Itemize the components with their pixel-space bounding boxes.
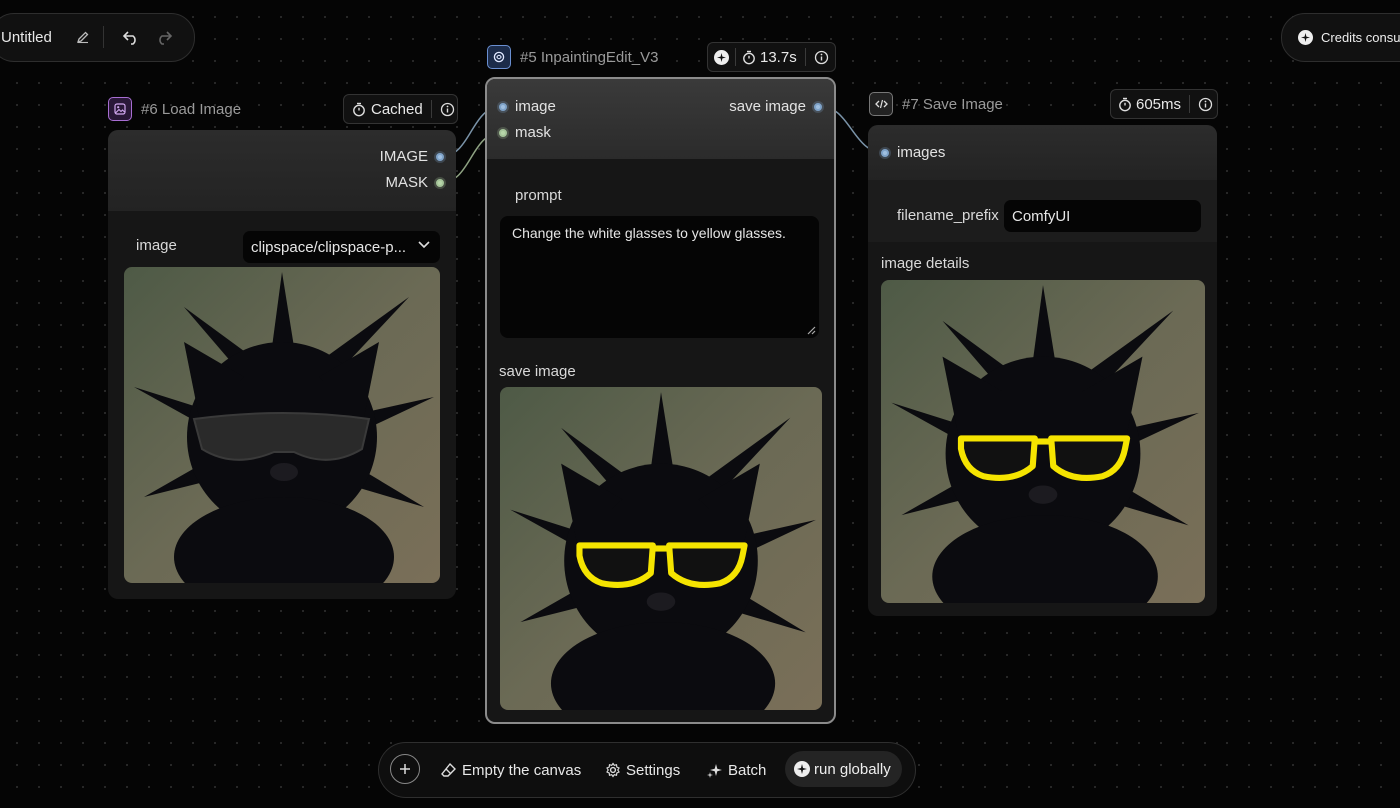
output-dot[interactable] [436,152,444,161]
input-dot[interactable] [881,148,889,157]
credits-label: Credits consumed [1321,30,1400,45]
empty-canvas-label: Empty the canvas [462,761,582,779]
edit-icon[interactable] [73,27,93,47]
redo-icon[interactable] [154,27,174,47]
sparkle-icon [1298,30,1313,45]
cat-image-yellow-glasses [881,280,1205,603]
image-select-value: clipspace/clipspace-p... [251,238,407,256]
output-dot[interactable] [814,102,822,111]
api-node-icon [487,45,511,69]
node-title-text: #7 Save Image [902,95,1003,113]
empty-canvas-button[interactable]: Empty the canvas [441,753,581,787]
saved-image-preview[interactable] [881,280,1205,603]
save-image-node[interactable]: images filename_prefix ComfyUI image det… [868,125,1217,616]
eraser-icon [441,762,456,777]
sparkle-icon [794,761,810,777]
filename-prefix-input[interactable]: ComfyUI [1004,200,1201,232]
timer-icon [1118,97,1132,112]
image-widget-label: image [136,237,177,254]
inpainting-node[interactable]: image mask save image prompt Change the … [485,77,836,724]
output-mask-slot[interactable]: MASK [385,174,444,191]
slot-label: IMAGE [379,148,428,165]
prompt-label: prompt [515,187,562,204]
resize-handle-icon[interactable] [807,326,816,335]
output-dot[interactable] [436,178,444,187]
timer-icon [742,50,756,65]
cached-label: Cached [371,100,423,118]
credits-pill[interactable]: Credits consumed [1281,13,1400,62]
loaded-image-preview[interactable] [124,267,440,583]
load-image-node-title[interactable]: #6 Load Image [108,97,241,121]
output-image-preview[interactable] [500,387,822,710]
cat-image-yellow-glasses [500,387,822,710]
filename-prefix-value: ComfyUI [1012,207,1071,225]
preview-label: save image [499,363,576,380]
timer-icon [352,102,366,117]
chevron-down-icon [418,241,430,249]
image-icon [108,97,132,121]
output-image-slot[interactable]: IMAGE [380,148,444,165]
settings-button[interactable]: Settings [605,753,680,787]
run-globally-label: run globally [814,760,891,778]
node-title-text: #5 InpaintingEdit_V3 [520,48,659,66]
image-details-label: image details [881,255,970,272]
sparkle-icon [714,49,729,65]
cached-badge: Cached [343,94,458,124]
batch-label: Batch [728,761,767,779]
input-dot[interactable] [499,128,507,137]
plus-icon [400,764,410,774]
node-header [487,79,834,159]
slot-label: image [515,98,556,115]
slot-label: MASK [385,174,428,191]
info-icon[interactable] [1198,97,1213,112]
prompt-text: Change the white glasses to yellow glass… [512,225,786,241]
node-header [108,130,456,211]
gear-icon [606,762,620,778]
filename-prefix-label: filename_prefix [897,207,999,224]
batch-button[interactable]: Batch [707,753,766,787]
info-icon[interactable] [814,50,829,65]
save-image-node-title[interactable]: #7 Save Image [869,92,1003,116]
slot-label: save image [729,98,806,115]
output-save-image-slot[interactable]: save image [729,98,822,115]
input-dot[interactable] [499,102,507,111]
node-title-text: #6 Load Image [141,100,242,118]
duration-label: 13.7s [760,48,797,66]
bottom-toolbar: Empty the canvas Settings Batch run glob… [378,742,916,798]
settings-label: Settings [626,761,681,779]
info-icon[interactable] [440,102,455,117]
inpainting-node-title[interactable]: #5 InpaintingEdit_V3 [487,45,658,69]
add-node-button[interactable] [390,754,420,784]
prompt-textarea[interactable]: Change the white glasses to yellow glass… [500,216,819,338]
load-image-node[interactable]: IMAGE MASK image clipspace/clipspace-p..… [108,130,456,599]
image-select[interactable]: clipspace/clipspace-p... [243,231,440,263]
input-images-slot[interactable]: images [881,144,945,161]
cat-image-masked [124,267,440,583]
duration-badge: 13.7s [707,42,836,72]
input-image-slot[interactable]: image [499,98,556,115]
sparkles-icon [707,764,722,778]
duration-label: 605ms [1136,95,1182,113]
duration-badge: 605ms [1110,89,1218,119]
workflow-title-bar: Untitled [0,13,195,62]
code-icon [869,92,893,116]
run-globally-button[interactable]: run globally [785,751,902,787]
slot-label: images [897,144,946,161]
undo-icon[interactable] [121,27,141,47]
slot-label: mask [515,124,551,141]
workflow-title[interactable]: Untitled [1,29,52,46]
divider [103,26,104,48]
input-mask-slot[interactable]: mask [499,124,551,141]
